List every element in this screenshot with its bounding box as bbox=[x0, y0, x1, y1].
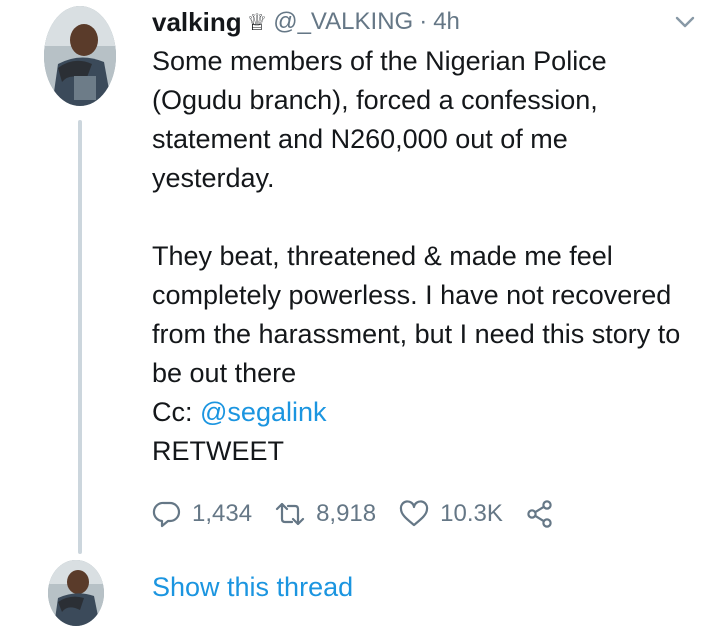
retweet-count: 8,918 bbox=[316, 500, 377, 527]
avatar-photo bbox=[44, 6, 116, 106]
tweet-timestamp[interactable]: 4h bbox=[433, 8, 460, 36]
author-handle[interactable]: @_VALKING bbox=[273, 8, 413, 36]
tweet-closing: RETWEET bbox=[152, 436, 284, 466]
tweet-paragraph-1: Some members of the Nigerian Police (Ogu… bbox=[152, 46, 607, 193]
reply-icon bbox=[152, 501, 181, 528]
tweet-text: Some members of the Nigerian Police (Ogu… bbox=[152, 42, 692, 471]
share-icon bbox=[527, 500, 552, 528]
cc-line: Cc: @segalink bbox=[152, 393, 692, 432]
share-button[interactable] bbox=[525, 499, 565, 529]
crown-icon: ♕ bbox=[246, 8, 268, 35]
cc-prefix: Cc: bbox=[152, 397, 201, 427]
tweet-header: valking ♕ @_VALKING · 4h bbox=[152, 2, 460, 42]
reply-count: 1,434 bbox=[192, 500, 253, 527]
separator-dot: · bbox=[419, 8, 428, 35]
retweet-icon bbox=[275, 502, 305, 526]
author-name[interactable]: valking bbox=[152, 7, 242, 38]
like-icon bbox=[400, 500, 429, 527]
show-thread-link[interactable]: Show this thread bbox=[152, 572, 353, 603]
reply-button[interactable]: 1,434 bbox=[152, 499, 252, 529]
tweet-actions: 1,434 8,918 10.3K bbox=[152, 494, 587, 534]
chevron-down-icon[interactable] bbox=[674, 14, 696, 30]
retweet-button[interactable]: 8,918 bbox=[274, 499, 376, 529]
tweet-paragraph-2: They beat, threatened & made me feel com… bbox=[152, 241, 681, 388]
thread-connector-line bbox=[78, 120, 82, 554]
mention-link[interactable]: @segalink bbox=[200, 397, 326, 427]
like-count: 10.3K bbox=[440, 500, 503, 527]
like-button[interactable]: 10.3K bbox=[398, 499, 503, 529]
thread-avatar[interactable] bbox=[48, 560, 104, 626]
avatar[interactable] bbox=[44, 6, 116, 106]
thread-avatar-photo bbox=[48, 560, 104, 626]
